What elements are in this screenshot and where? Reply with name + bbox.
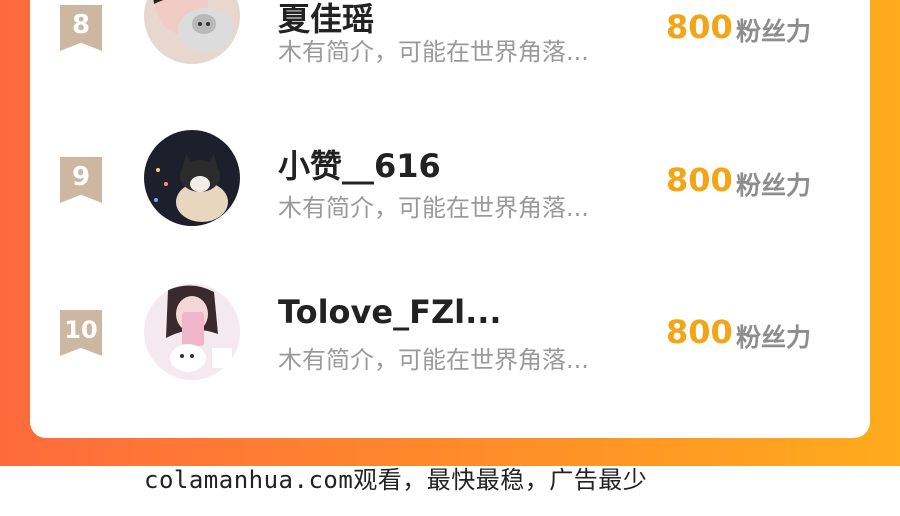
user-bio: 木有简介，可能在世界角落... <box>278 38 589 66</box>
rank-badge-icon: 10 <box>60 310 102 356</box>
fan-power-label: 粉丝力 <box>736 17 812 46</box>
fan-power-score: 800 <box>666 313 733 351</box>
fan-power-label: 粉丝力 <box>736 171 812 200</box>
user-name[interactable]: Tolove_FZl... <box>278 293 502 331</box>
user-name[interactable]: 小赞__616 <box>278 141 441 187</box>
user-bio: 木有简介，可能在世界角落... <box>278 346 589 374</box>
ranking-card: 8 夏佳瑶 木有简介，可能在世界角落... 800 粉丝力 9 小赞__616 … <box>30 0 870 438</box>
avatar-image <box>144 284 240 380</box>
user-bio: 木有简介，可能在世界角落... <box>278 194 589 222</box>
list-item[interactable]: 10 Tolove_FZl... 木有简介，可能在世界角落... 800 粉丝力 <box>30 267 870 380</box>
list-item[interactable]: 9 小赞__616 木有简介，可能在世界角落... 800 粉丝力 <box>30 115 870 226</box>
avatar[interactable] <box>144 0 240 64</box>
avatar-image <box>144 0 240 64</box>
rank-badge-icon: 9 <box>60 157 102 203</box>
avatar-image <box>144 130 240 226</box>
avatar[interactable] <box>144 130 240 226</box>
fan-power-score: 800 <box>666 161 733 199</box>
avatar[interactable] <box>144 284 240 380</box>
fan-power-label: 粉丝力 <box>736 323 812 352</box>
footer-promo-text: colamanhua.com观看，最快最稳，广告最少 <box>144 466 648 494</box>
list-item[interactable]: 8 夏佳瑶 木有简介，可能在世界角落... 800 粉丝力 <box>30 0 870 70</box>
fan-power-score: 800 <box>666 8 733 46</box>
rank-badge-icon: 8 <box>60 5 102 51</box>
